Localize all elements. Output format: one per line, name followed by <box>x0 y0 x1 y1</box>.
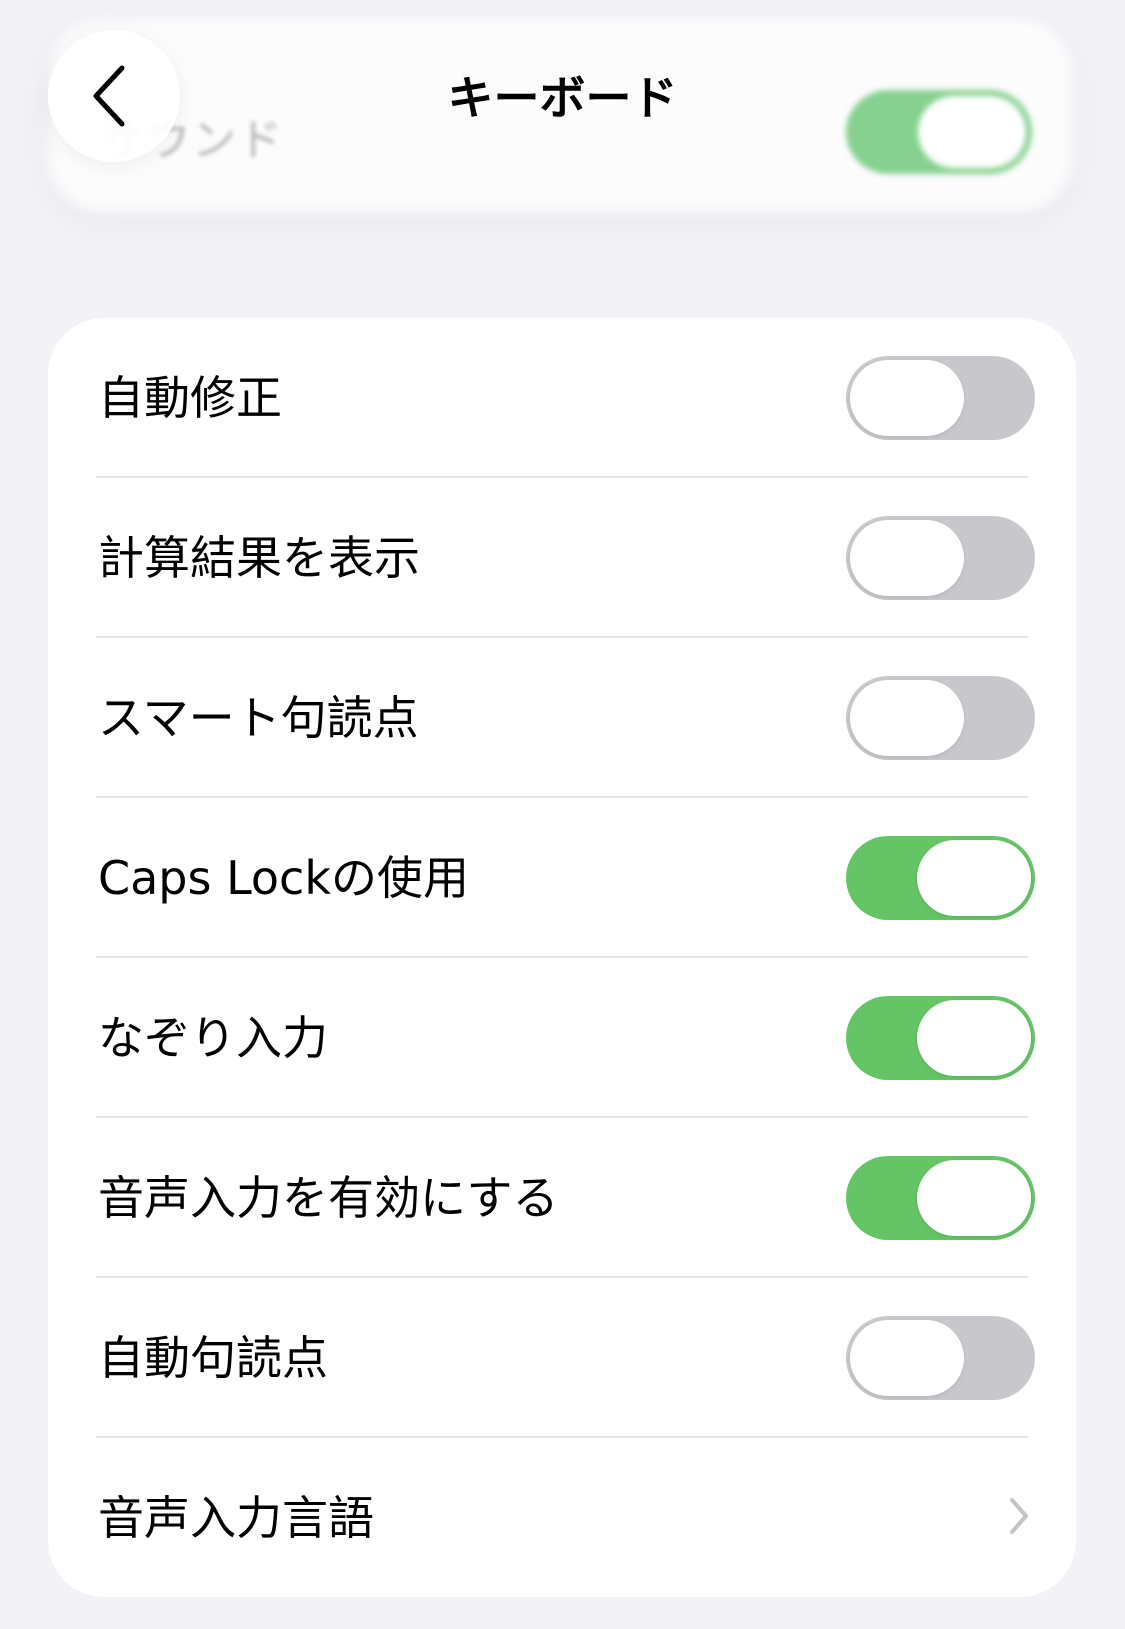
setting-row-slide-to-type: なぞり入力 <box>48 958 1076 1118</box>
auto-punctuation-toggle[interactable] <box>846 1316 1035 1400</box>
toggle-knob <box>850 360 964 436</box>
setting-label: 計算結果を表示 <box>98 531 420 585</box>
setting-row-auto-punctuation: 自動句読点 <box>48 1278 1076 1438</box>
setting-label: Caps Lockの使用 <box>98 851 469 905</box>
setting-row-auto-correction: 自動修正 <box>48 318 1076 478</box>
setting-label: 音声入力を有効にする <box>98 1171 559 1225</box>
auto-correction-toggle[interactable] <box>846 356 1035 440</box>
setting-label: 音声入力言語 <box>98 1491 374 1545</box>
setting-row-enable-dictation: 音声入力を有効にする <box>48 1118 1076 1278</box>
slide-to-type-toggle[interactable] <box>846 996 1035 1080</box>
setting-label: なぞり入力 <box>98 1011 328 1065</box>
setting-row-dictation-languages[interactable]: 音声入力言語 <box>48 1438 1076 1597</box>
setting-row-show-math-results: 計算結果を表示 <box>48 478 1076 638</box>
show-math-results-toggle[interactable] <box>846 516 1035 600</box>
toggle-knob <box>850 520 964 596</box>
toggle-knob <box>850 1320 964 1396</box>
keyboard-settings-group: 自動修正 計算結果を表示 スマート句読点 Caps Lockの使用 なぞり入力 <box>48 318 1076 1597</box>
setting-row-caps-lock: Caps Lockの使用 <box>48 798 1076 958</box>
setting-row-smart-punctuation: スマート句読点 <box>48 638 1076 798</box>
setting-label: 自動修正 <box>98 371 282 425</box>
caps-lock-toggle[interactable] <box>846 836 1035 920</box>
chevron-right-icon <box>1010 1498 1028 1534</box>
toggle-knob <box>917 840 1031 916</box>
smart-punctuation-toggle[interactable] <box>846 676 1035 760</box>
setting-label: 自動句読点 <box>98 1331 328 1385</box>
setting-label: スマート句読点 <box>98 691 419 745</box>
toggle-knob <box>917 1000 1031 1076</box>
page-title: キーボード <box>447 71 678 125</box>
toggle-knob <box>850 680 964 756</box>
toggle-knob <box>917 1160 1031 1236</box>
enable-dictation-toggle[interactable] <box>846 1156 1035 1240</box>
